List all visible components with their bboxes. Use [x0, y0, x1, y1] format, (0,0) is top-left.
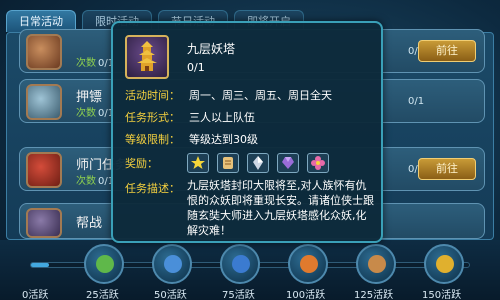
- chest-150-icon[interactable]: [424, 244, 464, 284]
- activity-detail-popup: 九层妖塔 0/1 活动时间： 周一、周三、周五、周日全天 任务形式： 三人以上队…: [111, 21, 383, 243]
- milestone-label: 100活跃: [286, 290, 326, 300]
- chest-50-icon[interactable]: [152, 244, 192, 284]
- chest-125-icon[interactable]: [356, 244, 396, 284]
- desc-label: 任务描述：: [125, 182, 180, 195]
- level-value: 等级达到30级: [189, 133, 258, 146]
- activity-count: 次数 0/1: [76, 108, 115, 119]
- chest-25-icon[interactable]: [84, 244, 124, 284]
- time-label: 活动时间：: [125, 89, 180, 102]
- activity-title: 帮战: [76, 216, 103, 231]
- nine-tier-tower-icon: [125, 35, 169, 79]
- reward-list: [187, 153, 329, 173]
- flower-icon[interactable]: [307, 153, 329, 173]
- star-icon[interactable]: [187, 153, 209, 173]
- game-screen: 日常活动 限时活动 节日活动 即将开启 次数0/1 0/10 前往 押镖 次数0…: [0, 0, 500, 300]
- activity-icon: [26, 208, 62, 238]
- activity-count: 次数 0/1: [76, 58, 115, 69]
- milestone-label: 125活跃: [354, 290, 394, 300]
- go-button[interactable]: 前往: [418, 158, 476, 180]
- milestone-label: 0活跃: [22, 290, 49, 300]
- popup-progress: 0/1: [187, 61, 205, 74]
- milestone-label: 50活跃: [154, 290, 187, 300]
- crystal-shard-icon[interactable]: [247, 153, 269, 173]
- milestone-label: 150活跃: [422, 290, 462, 300]
- level-label: 等级限制：: [125, 133, 180, 146]
- activity-title: 押镖: [76, 90, 103, 105]
- activity-icon: [26, 152, 62, 188]
- chest-75-icon[interactable]: [220, 244, 260, 284]
- activity-count-right: 0/1: [408, 96, 425, 107]
- milestone-label: 75活跃: [222, 290, 255, 300]
- go-button[interactable]: 前往: [418, 40, 476, 62]
- gem-icon[interactable]: [277, 153, 299, 173]
- activity-icon: [26, 34, 62, 70]
- activity-icon: [26, 84, 62, 120]
- time-value: 周一、周三、周五、周日全天: [189, 89, 332, 102]
- milestone-label: 25活跃: [86, 290, 119, 300]
- chest-100-icon[interactable]: [288, 244, 328, 284]
- progress-fill: [31, 263, 49, 267]
- popup-description: 九层妖塔封印大限将至,对人族怀有仇恨的众妖即将重现长安。请诸位侠士跟随玄奘大师进…: [187, 179, 374, 237]
- form-label: 任务形式：: [125, 111, 180, 124]
- form-value: 三人以上队伍: [189, 111, 255, 124]
- popup-title: 九层妖塔: [187, 42, 236, 56]
- activity-count: 次数 0/1: [76, 176, 115, 187]
- reward-label: 奖励：: [125, 157, 158, 170]
- scroll-icon[interactable]: [217, 153, 239, 173]
